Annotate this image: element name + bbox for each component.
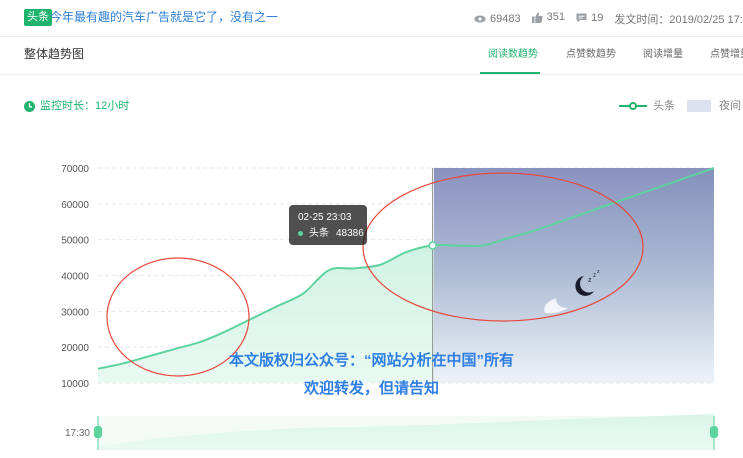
svg-text:z: z bbox=[588, 277, 592, 284]
tooltip-series: 头条 bbox=[309, 228, 329, 239]
tooltip-series-dot bbox=[298, 231, 303, 236]
hover-point bbox=[428, 241, 437, 250]
reading-trend-chart: 70000600005000040000300002000010000 z z … bbox=[61, 164, 718, 450]
y-tick-label: 30000 bbox=[61, 307, 89, 318]
slider-handle-left[interactable] bbox=[94, 426, 102, 438]
night-shading bbox=[434, 168, 714, 383]
y-tick-label: 60000 bbox=[61, 200, 89, 211]
chart-tooltip: 02-25 23:03 头条 48386 bbox=[289, 205, 367, 245]
y-tick-label: 70000 bbox=[61, 164, 89, 175]
svg-text:z: z bbox=[593, 273, 596, 279]
tooltip-date: 02-25 23:03 bbox=[298, 212, 352, 223]
y-tick-label: 40000 bbox=[61, 272, 89, 283]
tooltip-value: 48386 bbox=[336, 228, 364, 239]
slider-handle-right[interactable] bbox=[710, 426, 718, 438]
slider-label: 17:30 bbox=[65, 428, 90, 439]
y-tick-label: 50000 bbox=[61, 236, 89, 247]
y-tick-label: 20000 bbox=[61, 343, 89, 354]
y-tick-label: 10000 bbox=[61, 379, 89, 390]
range-slider[interactable]: 17:30 bbox=[65, 414, 718, 450]
tooltip-row: 头条 48386 bbox=[298, 227, 364, 240]
